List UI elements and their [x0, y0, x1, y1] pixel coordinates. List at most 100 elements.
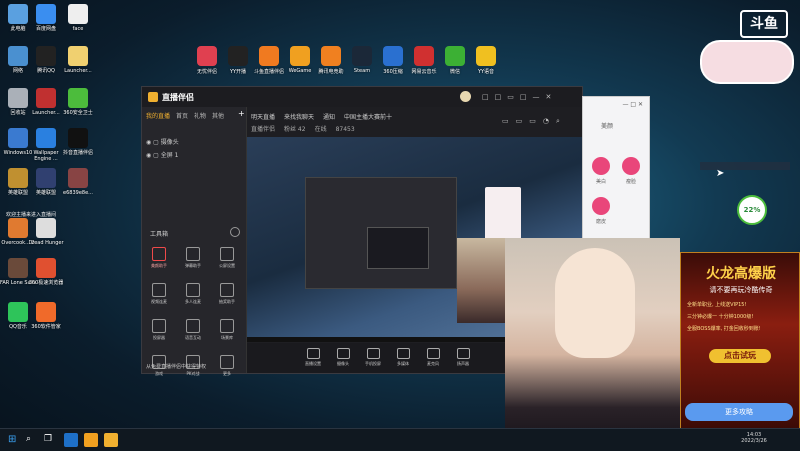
window-controls[interactable]: □□▭□—✕ [482, 93, 557, 101]
tool-button[interactable]: 公屏设置 [214, 247, 240, 269]
header-stat[interactable]: 粉丝 42 [284, 126, 306, 133]
taskbar-stream-app-icon[interactable] [104, 433, 118, 447]
bottom-toolbar-button[interactable]: 多媒体 [391, 348, 415, 367]
header-line-1: 明天直播 来找我聊天 通知 中国主播大赛前十 [251, 112, 401, 121]
beauty-panel-close[interactable]: — □ ✕ [622, 101, 643, 108]
app-shortcut[interactable]: 360压缩 [378, 46, 408, 75]
search-icon[interactable]: ⌕ [26, 434, 31, 444]
desktop-icon[interactable]: 360软件管家 [26, 302, 66, 330]
tool-button[interactable]: 投屏器 [146, 319, 172, 341]
desktop-icon-image [68, 46, 88, 66]
tool-button[interactable]: 视频连麦 [146, 283, 172, 305]
app-shortcut-label: YY语音 [477, 69, 495, 75]
left-tab[interactable]: 我的直播 [146, 113, 170, 120]
game-ad[interactable]: 火龙高爆版 请不要再玩冷酷传奇 全新单职业, 上线送VIP15! 三分钟必爆一 十… [680, 252, 800, 432]
desktop-icon[interactable]: 抖音直播伴侣 [58, 128, 98, 156]
tool-button[interactable]: 多人连麦 [180, 283, 206, 305]
app-shortcut-label: 360压缩 [383, 69, 403, 75]
bottom-toolbar-button[interactable]: 麦克风 [421, 348, 445, 367]
header-item[interactable]: 明天直播 [251, 114, 275, 121]
bottom-toolbar-label: 直播设置 [305, 361, 321, 366]
bottom-toolbar-button[interactable]: 摄像头 [331, 348, 355, 367]
bottom-toolbar-icon [396, 348, 410, 359]
avatar[interactable] [460, 91, 471, 102]
desktop-icon[interactable]: 360安全卫士 [58, 88, 98, 116]
app-shortcut-image [414, 46, 434, 66]
app-shortcut[interactable]: Steam [347, 46, 377, 74]
tool-button[interactable]: 语音互动 [180, 319, 206, 341]
eye-icon[interactable]: ◉ ▢ [146, 152, 161, 159]
header-line-2: 直播伴侣 粉丝 42 在线 87453 [251, 124, 364, 133]
desktop-icon[interactable]: Launcher... [58, 46, 98, 74]
app-shortcut-image [445, 46, 465, 66]
desktop-icon-image [8, 168, 28, 188]
toolbox-settings-icon[interactable] [230, 227, 240, 237]
app-shortcut[interactable]: 斗鱼直播伴侣 [254, 46, 284, 75]
beauty-item[interactable]: 瘦脸 [619, 157, 643, 185]
app-shortcut[interactable]: 无忧伴侣 [192, 46, 222, 75]
desktop-icon[interactable]: Dread Hunger [26, 218, 66, 246]
left-tab[interactable]: 礼物 [194, 113, 206, 120]
app-shortcut-image [290, 46, 310, 66]
tool-button[interactable]: 场景库 [214, 319, 240, 341]
app-shortcut[interactable]: YY开播 [223, 46, 253, 75]
header-item[interactable]: 来找我聊天 [284, 114, 314, 121]
browser-icon[interactable] [64, 433, 78, 447]
task-view-icon[interactable]: ❐ [44, 434, 52, 444]
eye-icon[interactable]: ◉ ▢ [146, 139, 161, 146]
left-panel: 我的直播 首页 礼物 其他 + ◉ ▢ 摄像头 ◉ ▢ 全屏 1 工具箱 美颜助手 弹幕助… [142, 107, 247, 376]
ad-more-button[interactable]: 更多攻略 [685, 403, 793, 421]
scene-item[interactable]: ◉ ▢ 摄像头 [146, 137, 179, 150]
tool-button[interactable]: 抽奖助手 [214, 283, 240, 305]
app-shortcut-image [228, 46, 248, 66]
desktop-icon-image [36, 168, 56, 188]
bottom-toolbar-button[interactable]: 直播设置 [301, 348, 325, 367]
beauty-item[interactable]: 美白 [589, 157, 613, 185]
header-stat[interactable]: 在线 [315, 126, 327, 133]
beauty-panel[interactable]: — □ ✕ 美颜 美白 瘦脸 磨皮 [582, 96, 650, 244]
folder-icon[interactable] [84, 433, 98, 447]
desktop-icon-label: 360极速浏览器 [28, 280, 64, 286]
bottom-toolbar-button[interactable]: 扬声器 [451, 348, 475, 367]
app-shortcut[interactable]: 网易云音乐 [409, 46, 439, 75]
app-shortcut[interactable]: 微信 [440, 46, 470, 75]
preview-nested-window-inner [367, 227, 429, 269]
beauty-item[interactable]: 磨皮 [589, 197, 613, 225]
add-scene-button[interactable]: + [238, 109, 245, 118]
tool-label: 抽奖助手 [219, 299, 235, 304]
tool-label: 美颜助手 [151, 263, 167, 268]
bottom-toolbar-icon [306, 348, 320, 359]
app-shortcut[interactable]: YY语音 [471, 46, 501, 75]
desktop-icon[interactable]: e6839e8e... [58, 168, 98, 196]
app-shortcut[interactable]: WeGame [285, 46, 315, 74]
app-shortcut[interactable]: 腾讯电竞助 [316, 46, 346, 75]
beauty-item-label: 磨皮 [595, 219, 606, 225]
tool-label: 公屏设置 [219, 263, 235, 268]
header-item[interactable]: 中国主播大赛前十 [344, 114, 392, 121]
header-stat[interactable]: 87453 [336, 126, 355, 133]
desktop-icon-image [8, 302, 28, 322]
header-item[interactable]: 通知 [323, 114, 335, 121]
header-stat[interactable]: 直播伴侣 [251, 126, 275, 133]
desktop-icon-label: 抖音直播伴侣 [62, 150, 93, 156]
desktop-icon[interactable]: 360极速浏览器 [26, 258, 66, 286]
left-tab[interactable]: 其他 [212, 113, 224, 120]
ad-cta-button[interactable]: 点击试玩 [709, 349, 771, 363]
header-icons[interactable]: ▭▭▭◔⌕ [502, 117, 567, 126]
desktop-icon-image [8, 4, 28, 24]
tool-button[interactable]: 美颜助手 [146, 247, 172, 269]
tool-button[interactable]: 弹幕助手 [180, 247, 206, 269]
desktop-icon-image [36, 4, 56, 24]
scene-item[interactable]: ◉ ▢ 全屏 1 [146, 150, 179, 163]
tool-button[interactable]: 更多 [214, 355, 240, 377]
tool-icon [186, 247, 200, 261]
start-icon[interactable]: ⊞ [8, 434, 16, 445]
tool-label: 多人连麦 [185, 299, 201, 304]
window-titlebar[interactable]: 直播伴侣 □□▭□—✕ [142, 87, 582, 107]
bottom-toolbar-label: 摄像头 [337, 361, 349, 366]
left-tab[interactable]: 首页 [176, 113, 188, 120]
beauty-item-label: 瘦脸 [625, 179, 636, 185]
bottom-toolbar-button[interactable]: 手机投屏 [361, 348, 385, 367]
desktop-icon[interactable]: face [58, 4, 98, 32]
desktop-icon-image [68, 128, 88, 148]
